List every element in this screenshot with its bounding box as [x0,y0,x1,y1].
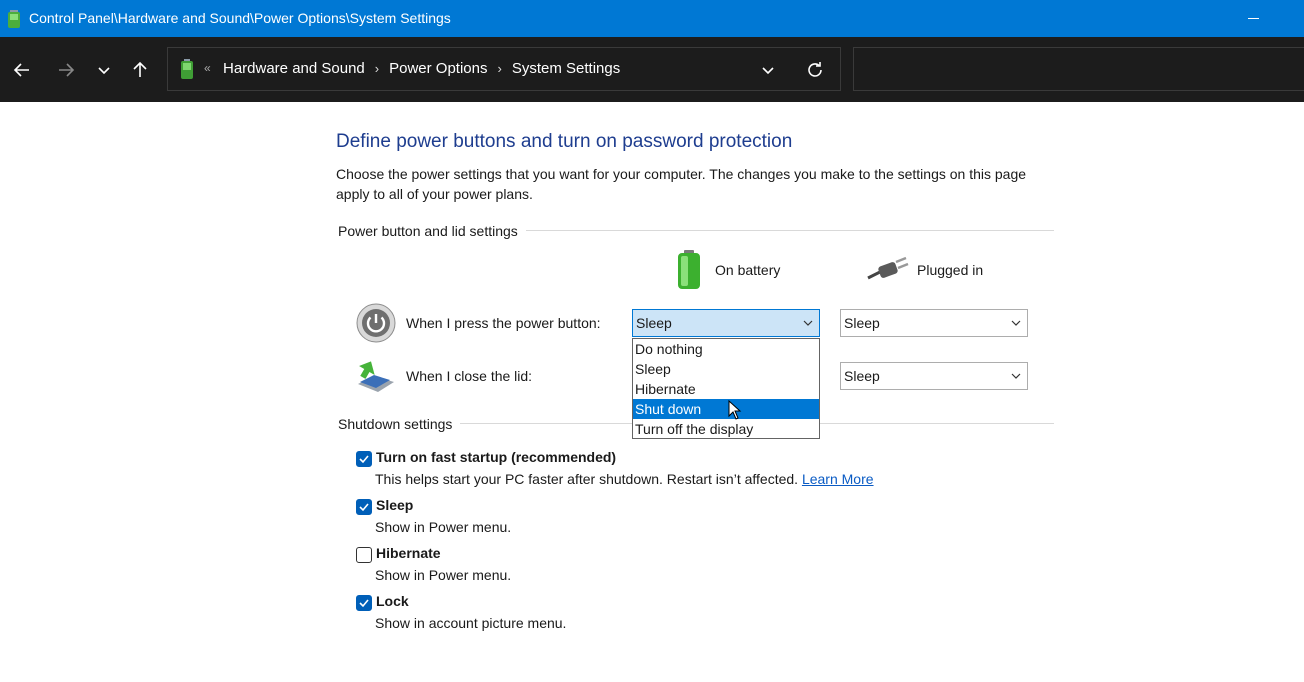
hibernate-checkbox[interactable] [356,547,372,563]
fast-startup-checkbox[interactable] [356,451,372,467]
column-on-battery: On battery [715,262,781,278]
chevron-down-icon [98,67,110,75]
lock-description: Show in account picture menu. [375,615,567,631]
option-shut-down[interactable]: Shut down [633,399,819,419]
title-bar: Control Panel\Hardware and Sound\Power O… [0,0,1304,37]
select-value: Sleep [844,368,880,384]
minimize-button[interactable] [1234,0,1274,37]
fast-startup-desc-text: This helps start your PC faster after sh… [375,471,799,487]
option-do-nothing[interactable]: Do nothing [633,339,819,359]
fast-startup-description: This helps start your PC faster after sh… [375,471,874,487]
laptop-lid-icon [358,361,394,392]
sleep-label: Sleep [376,497,414,513]
power-action-dropdown-list: Do nothing Sleep Hibernate Shut down Tur… [632,338,820,439]
page-description: Choose the power settings that you want … [336,166,1027,202]
refresh-icon[interactable] [804,59,826,81]
forward-button[interactable] [53,57,79,83]
page-title: Define power buttons and turn on passwor… [336,131,793,152]
breadcrumb-power-options[interactable]: Power Options [389,60,487,77]
chevron-down-icon [1011,373,1021,379]
up-button[interactable] [127,57,153,83]
column-plugged-in: Plugged in [917,262,984,278]
fast-startup-label: Turn on fast startup (recommended) [376,449,617,465]
power-plug-icon [867,256,909,280]
breadcrumb: Hardware and Sound › Power Options › Sys… [223,60,620,77]
overflow-chevron-icon[interactable]: « [204,61,211,75]
shutdown-group-label: Shutdown settings [338,416,461,432]
option-sleep[interactable]: Sleep [633,359,819,379]
power-button-label: When I press the power button: [406,315,601,331]
option-turn-off-display[interactable]: Turn off the display [633,419,819,439]
breadcrumb-system-settings[interactable]: System Settings [512,60,620,77]
power-group-label: Power button and lid settings [338,223,526,239]
search-input[interactable] [853,47,1304,91]
close-lid-plugged-in-select[interactable]: Sleep [840,362,1028,390]
up-arrow-icon [133,61,147,77]
address-dropdown-icon[interactable] [758,60,778,80]
breadcrumb-separator-icon[interactable]: › [375,61,379,76]
select-value: Sleep [844,315,880,331]
close-lid-label: When I close the lid: [406,368,533,384]
select-value: Sleep [636,315,672,331]
battery-icon [678,250,700,289]
check-icon [359,503,369,512]
mouse-cursor-icon [728,400,742,420]
chevron-down-icon [803,320,813,326]
lock-checkbox[interactable] [356,595,372,611]
power-button-on-battery-select[interactable]: Sleep [632,309,820,337]
breadcrumb-separator-icon[interactable]: › [498,61,502,76]
learn-more-link[interactable]: Learn More [802,471,874,487]
check-icon [359,599,369,608]
power-options-icon [181,59,193,79]
sleep-description: Show in Power menu. [375,519,512,535]
navigation-bar: « Hardware and Sound › Power Options › S… [0,37,1304,102]
hibernate-label: Hibernate [376,545,441,561]
back-arrow-icon [13,63,29,77]
forward-arrow-icon [59,63,75,77]
address-bar[interactable]: « Hardware and Sound › Power Options › S… [167,47,841,91]
recent-locations-button[interactable] [91,57,117,83]
check-icon [359,455,369,464]
breadcrumb-hardware-and-sound[interactable]: Hardware and Sound [223,60,365,77]
option-hibernate[interactable]: Hibernate [633,379,819,399]
lock-label: Lock [376,593,409,609]
sleep-checkbox[interactable] [356,499,372,515]
power-button-icon [356,303,396,343]
chevron-down-icon [1011,320,1021,326]
hibernate-description: Show in Power menu. [375,567,512,583]
back-button[interactable] [9,57,35,83]
window-title: Control Panel\Hardware and Sound\Power O… [29,10,451,26]
power-button-plugged-in-select[interactable]: Sleep [840,309,1028,337]
control-panel-icon [8,10,20,28]
